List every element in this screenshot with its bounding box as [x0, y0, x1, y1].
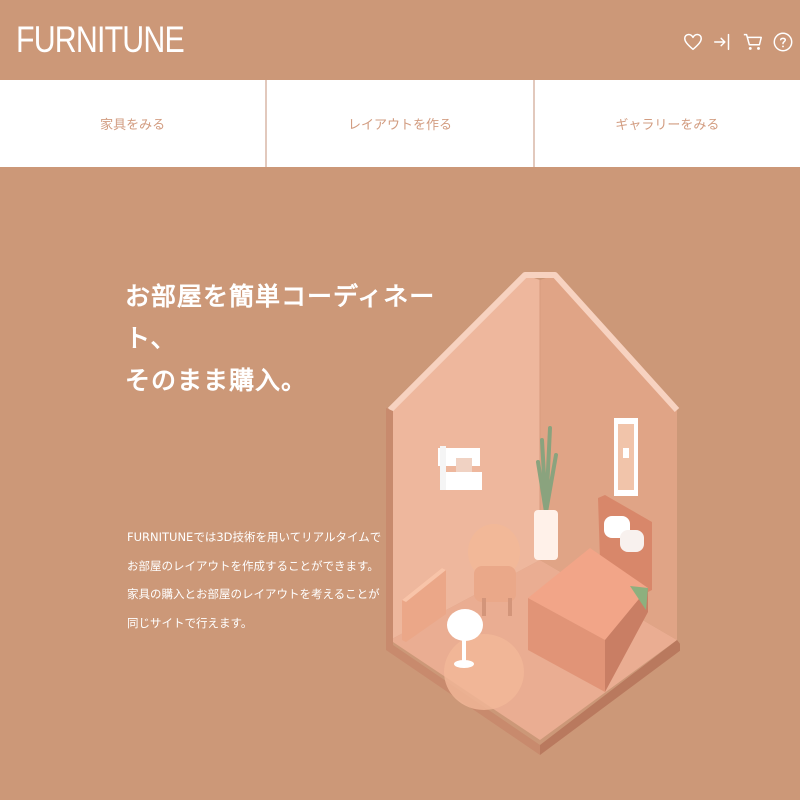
site-logo[interactable]: FURNITUNE: [16, 18, 185, 62]
hero-description-line-2: お部屋のレイアウトを作成することができます。: [127, 558, 379, 573]
cart-icon[interactable]: [742, 29, 764, 55]
hero-description-line-1: FURNITUNEでは3D技術を用いてリアルタイムで: [127, 530, 382, 544]
site-header: FURNITUNE: [0, 0, 800, 80]
nav-item-gallery[interactable]: ギャラリーをみる: [535, 80, 800, 167]
header-icons: [682, 28, 794, 56]
hero-description-line-3: 家具の購入とお部屋のレイアウトを考えることが: [127, 587, 380, 601]
heart-icon[interactable]: [682, 29, 704, 55]
help-icon[interactable]: [772, 29, 794, 55]
hero-description: FURNITUNEでは3D技術を用いてリアルタイムで お部屋のレイアウトを作成す…: [127, 523, 427, 637]
picture-frame: [614, 418, 638, 496]
room-illustration: [385, 270, 681, 800]
nav-item-layout[interactable]: レイアウトを作る: [267, 80, 535, 167]
nav-item-furniture[interactable]: 家具をみる: [0, 80, 268, 167]
main-nav: 家具をみる レイアウトを作る ギャラリーをみる: [0, 80, 800, 167]
login-icon[interactable]: [712, 29, 734, 55]
hero-description-line-4: 同じサイトで行えます。: [127, 615, 253, 630]
